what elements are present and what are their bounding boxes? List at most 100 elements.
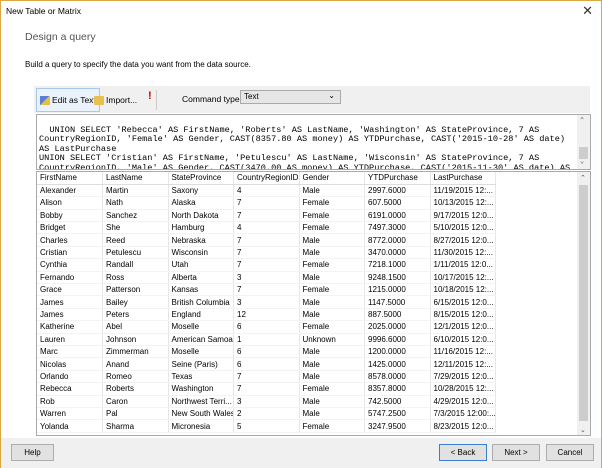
table-cell: North Dakota xyxy=(168,209,234,223)
help-button[interactable]: Help xyxy=(11,444,54,461)
table-cell: She xyxy=(102,221,169,235)
column-header[interactable]: StateProvince xyxy=(168,172,234,185)
table-row[interactable]: Rebecca Roberts Washington 7 Female 8357.8000… xyxy=(37,382,496,396)
back-button[interactable]: < Back xyxy=(439,444,487,461)
table-cell: 6 xyxy=(233,320,300,334)
table-cell: Cristian xyxy=(37,246,103,260)
table-row[interactable]: Alexander Martin Saxony 4 Male 2997.6000 11/19… xyxy=(37,184,496,198)
command-type-select[interactable]: Text ⌄ xyxy=(240,90,341,104)
table-row[interactable]: Marc Zimmerman Moselle 6 Male 1200.0000 11/16/… xyxy=(37,345,496,359)
scroll-up-icon[interactable]: ⌃ xyxy=(580,117,584,127)
scroll-down-icon[interactable]: ⌄ xyxy=(580,426,586,434)
table-cell: Kansas xyxy=(168,283,234,297)
table-row[interactable]: Bobby Sanchez North Dakota 7 Female 6191.0000… xyxy=(37,209,496,223)
table-row[interactable]: Yolanda Sharma Micronesia 5 Female 3247.9500 8… xyxy=(37,419,496,433)
query-scrollbar[interactable]: ⌃ ⌄ xyxy=(577,115,590,169)
table-cell: Patterson xyxy=(102,283,169,297)
table-cell: Lauren xyxy=(37,333,103,346)
table-cell: Grace xyxy=(37,283,103,297)
column-header[interactable]: LastPurchase xyxy=(430,172,496,185)
table-cell: 12/11/2015 12:... xyxy=(430,357,496,371)
table-cell: Sanchez xyxy=(102,209,169,223)
table-row[interactable]: Bridget She Hamburg 4 Female 7497.3000 5/10/20… xyxy=(37,221,496,235)
table-cell: 9248.1500 xyxy=(364,271,431,285)
table-cell: Hamburg xyxy=(168,221,234,235)
table-cell: Romeo xyxy=(102,370,169,384)
table-cell: Fernando xyxy=(37,271,103,285)
table-cell: 3 xyxy=(233,295,300,309)
table-cell: American Samoa xyxy=(168,333,234,346)
table-row[interactable]: James Bailey British Columbia 3 Male 1147.500… xyxy=(37,295,496,309)
table-cell: Male xyxy=(299,184,365,198)
table-cell: Yolanda xyxy=(37,419,103,433)
table-cell: 1/11/2015 12:0... xyxy=(430,258,496,272)
table-cell: Peters xyxy=(102,308,169,322)
table-cell: 7/3/2015 12:00:... xyxy=(430,407,496,421)
column-header[interactable]: CountryRegionID xyxy=(233,172,300,185)
table-row[interactable]: Nicolas Anand Seine (Paris) 6 Male 1425.0000 1… xyxy=(37,357,496,371)
table-cell: 3 xyxy=(233,271,300,285)
table-row[interactable]: Charles Reed Nebraska 7 Male 8772.0000 8/27/20… xyxy=(37,233,496,247)
table-cell: 12/1/2015 12:0... xyxy=(430,320,496,334)
cancel-button[interactable]: Cancel xyxy=(546,444,594,461)
table-row[interactable]: Grace Patterson Kansas 7 Female 1215.0000 10/1… xyxy=(37,283,496,297)
table-cell: 7 xyxy=(233,246,300,260)
scroll-up-icon[interactable]: ⌃ xyxy=(580,174,586,182)
window-title: New Table or Matrix xyxy=(6,6,81,16)
table-row[interactable]: James Peters England 12 Male 887.5000 8/15/201… xyxy=(37,308,496,322)
run-query-icon[interactable]: ! xyxy=(148,90,152,102)
table-cell: Alaska xyxy=(168,196,234,210)
table-row[interactable]: Lauren Johnson American Samoa 1 Unknown 9996.… xyxy=(37,333,496,346)
table-row[interactable]: Katherine Abel Moselle 6 Female 2025.0000 12/1… xyxy=(37,320,496,334)
instruction-text: Build a query to specify the data you wa… xyxy=(25,60,251,69)
table-cell: Female xyxy=(299,382,365,396)
table-cell: Ross xyxy=(102,271,169,285)
table-cell: Alberta xyxy=(168,271,234,285)
scroll-thumb[interactable] xyxy=(579,185,588,421)
table-cell: 3 xyxy=(233,395,300,408)
import-label: Import... xyxy=(106,95,138,105)
table-cell: 7 xyxy=(233,382,300,396)
table-cell: Male xyxy=(299,308,365,322)
table-cell: Orlando xyxy=(37,370,103,384)
scroll-down-icon[interactable]: ⌄ xyxy=(580,158,584,168)
table-cell: 5/10/2015 12:0... xyxy=(430,221,496,235)
table-row[interactable]: Orlando Romeo Texas 7 Male 8578.0000 7/29/2015… xyxy=(37,370,496,384)
table-cell: 4 xyxy=(233,184,300,198)
table-cell: Charles xyxy=(37,233,103,247)
table-cell: Caron xyxy=(102,395,169,408)
import-button[interactable]: Import... xyxy=(91,88,140,112)
table-cell: 3247.9500 xyxy=(364,419,431,433)
table-cell: 7 xyxy=(233,233,300,247)
column-header[interactable]: FirstName xyxy=(37,172,103,185)
table-cell: Cynthia xyxy=(37,258,103,272)
table-cell: Marc xyxy=(37,345,103,359)
results-scrollbar[interactable]: ⌃ ⌄ xyxy=(577,172,590,435)
table-cell: 607.5000 xyxy=(364,196,431,210)
table-cell: 10/28/2015 12:... xyxy=(430,382,496,396)
table-cell: Martin xyxy=(102,184,169,198)
table-cell: Warren xyxy=(37,407,103,421)
close-icon[interactable]: ✕ xyxy=(582,3,593,19)
table-cell: Female xyxy=(299,209,365,223)
table-row[interactable]: Warren Pal New South Wales 2 Male 5747.2500 7/… xyxy=(37,407,496,421)
query-text-editor[interactable]: UNION SELECT 'Rebecca' AS FirstName, 'Ro… xyxy=(36,114,591,170)
scroll-thumb[interactable] xyxy=(579,147,588,159)
table-row[interactable]: Fernando Ross Alberta 3 Male 9248.1500 10/17/2… xyxy=(37,271,496,285)
table-cell: 1215.0000 xyxy=(364,283,431,297)
table-cell: 7218.1000 xyxy=(364,258,431,272)
table-cell: Northwest Terri... xyxy=(168,395,234,408)
column-header[interactable]: YTDPurchase xyxy=(364,172,431,185)
query-text: UNION SELECT 'Rebecca' AS FirstName, 'Ro… xyxy=(39,124,571,170)
table-cell: Male xyxy=(299,357,365,371)
table-row[interactable]: Rob Caron Northwest Terri... 3 Male 742.5000 4… xyxy=(37,395,496,408)
next-button[interactable]: Next > xyxy=(492,444,540,461)
table-cell: 6/10/2015 12:0... xyxy=(430,333,496,346)
table-row[interactable]: Cristian Petulescu Wisconsin 7 Male 3470.0000… xyxy=(37,246,496,260)
table-row[interactable]: Cynthia Randall Utah 7 Female 7218.1000 1/11/2… xyxy=(37,258,496,272)
table-cell: Saxony xyxy=(168,184,234,198)
column-header[interactable]: Gender xyxy=(299,172,365,185)
column-header[interactable]: LastName xyxy=(102,172,169,185)
table-row[interactable]: Alison Nath Alaska 7 Female 607.5000 10/13/201… xyxy=(37,196,496,210)
table-cell: 1147.5000 xyxy=(364,295,431,309)
